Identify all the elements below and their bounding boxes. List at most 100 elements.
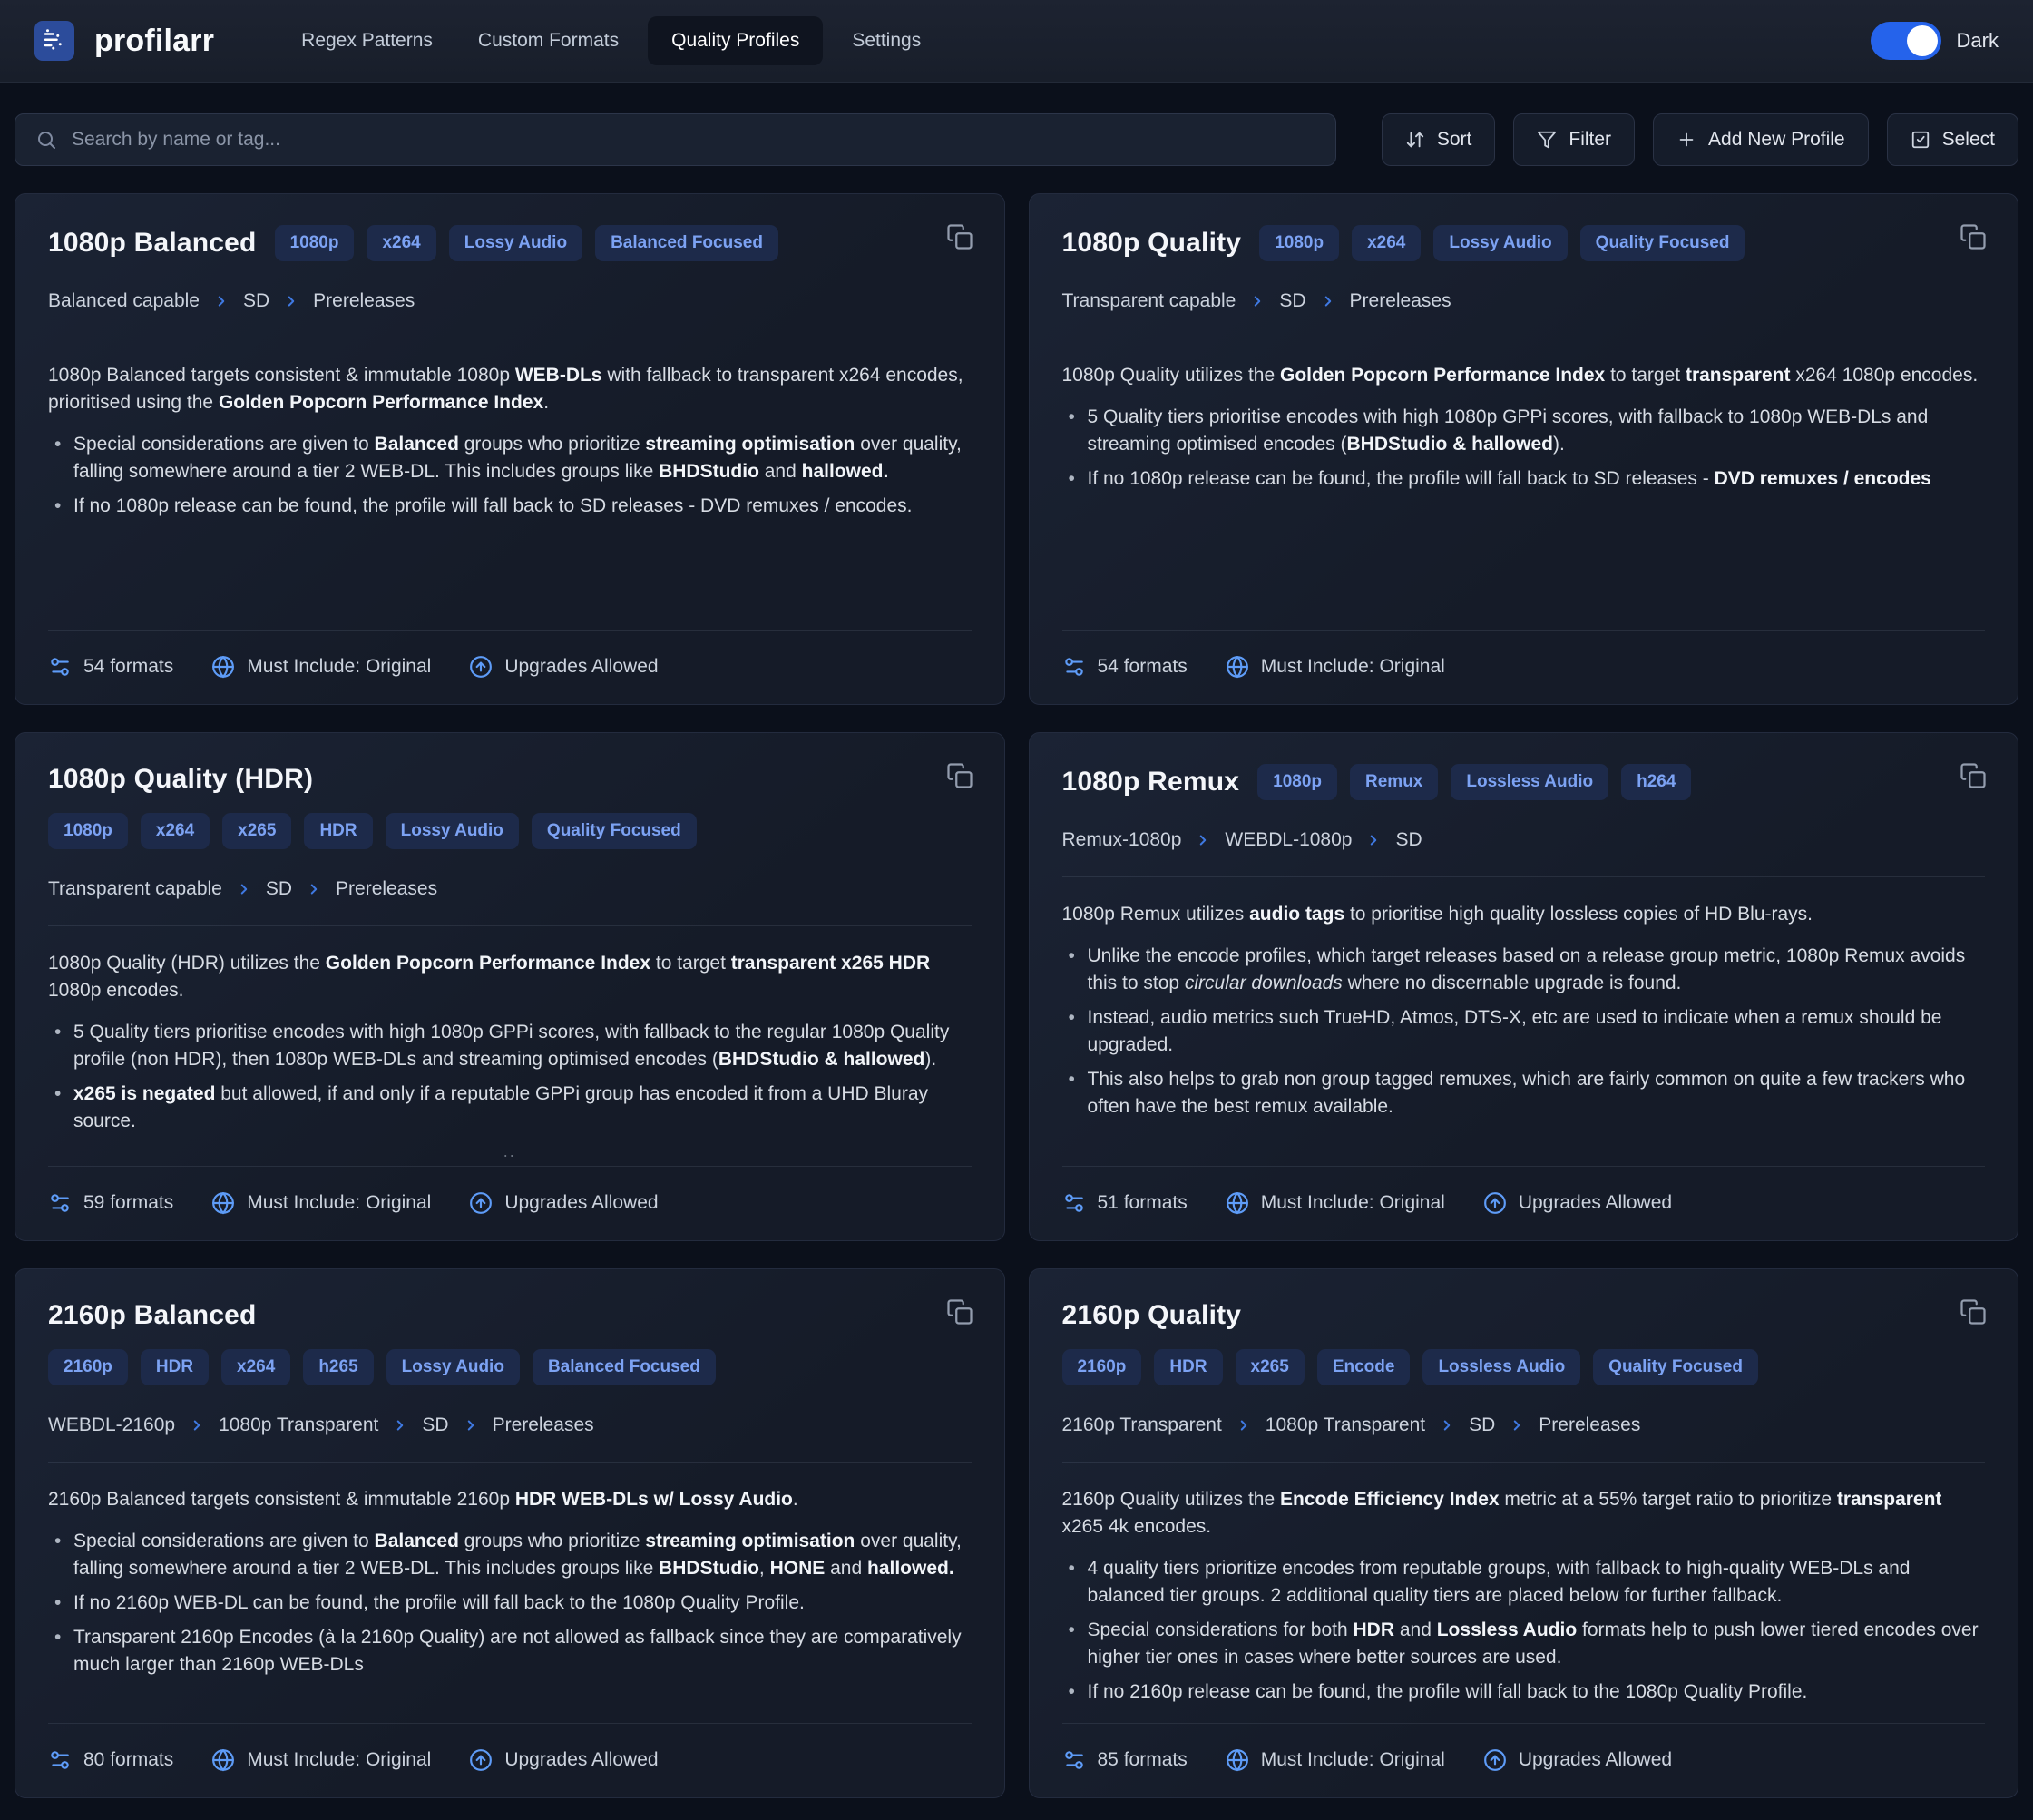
must-include: Must Include: Original	[1226, 1748, 1445, 1772]
profile-body: 2160p Balanced targets consistent & immu…	[48, 1463, 972, 1723]
tag-pill: 2160p	[1062, 1349, 1142, 1385]
tag-pill: HDR	[1154, 1349, 1222, 1385]
formats-count: 54 formats	[48, 655, 173, 679]
chevron-right-icon	[1249, 293, 1266, 309]
upgrades-allowed: Upgrades Allowed	[1483, 1191, 1672, 1215]
profile-title: 1080p Balanced	[48, 228, 257, 259]
formats-count: 85 formats	[1062, 1748, 1188, 1772]
brand-name: profilarr	[94, 24, 214, 59]
bullet-item: Transparent 2160p Encodes (à la 2160p Qu…	[48, 1624, 972, 1678]
chevron-right-icon	[236, 881, 252, 897]
filter-button[interactable]: Filter	[1513, 113, 1635, 166]
profile-card[interactable]: 1080p Balanced 1080px264Lossy AudioBalan…	[15, 193, 1005, 705]
tag-pill: h264	[1621, 764, 1691, 800]
chevron-right-icon	[213, 293, 230, 309]
add-new-profile-button[interactable]: Add New Profile	[1653, 113, 1869, 166]
must-include-label: Must Include: Original	[247, 656, 431, 678]
profile-bullets: Special considerations are given to Bala…	[48, 431, 972, 520]
arrow-up-circle-icon	[1483, 1191, 1507, 1215]
globe-icon	[211, 1191, 235, 1215]
chevron-right-icon	[1195, 832, 1211, 848]
sliders-icon	[48, 1748, 72, 1772]
bullet-item: Unlike the encode profiles, which target…	[1062, 943, 1986, 997]
must-include-label: Must Include: Original	[247, 1192, 431, 1214]
tag-pill: 1080p	[1257, 764, 1337, 800]
copy-icon	[1960, 223, 1987, 250]
chevron-right-icon	[283, 293, 299, 309]
card-header: 2160p Quality 2160pHDRx265EncodeLossless…	[1062, 1300, 1986, 1385]
profile-card[interactable]: 1080p Quality 1080px264Lossy AudioQualit…	[1029, 193, 2019, 705]
upgrades-allowed-label: Upgrades Allowed	[504, 1749, 658, 1771]
formats-count: 51 formats	[1062, 1191, 1188, 1215]
chevron-right-icon	[463, 1417, 479, 1433]
main-nav: Regex Patterns Custom Formats Quality Prof…	[285, 16, 937, 65]
tag-pill: 1080p	[48, 813, 128, 849]
profile-description: 1080p Quality (HDR) utilizes the Golden …	[48, 950, 972, 1004]
globe-icon	[1226, 1748, 1249, 1772]
copy-profile-button[interactable]	[1956, 758, 1990, 796]
sliders-icon	[1062, 655, 1086, 679]
breadcrumb-item: Transparent capable	[1062, 290, 1236, 312]
copy-profile-button[interactable]	[943, 220, 977, 257]
breadcrumb-item: SD	[1469, 1414, 1495, 1436]
profile-title: 1080p Quality	[1062, 228, 1242, 259]
profile-body: 1080p Balanced targets consistent & immu…	[48, 338, 972, 630]
tab-custom-formats[interactable]: Custom Formats	[462, 16, 635, 65]
search-input[interactable]	[72, 129, 1315, 151]
copy-profile-button[interactable]	[1956, 220, 1990, 257]
tag-pill: HDR	[304, 813, 372, 849]
bullet-item: Special considerations are given to Bala…	[48, 431, 972, 485]
arrow-up-circle-icon	[469, 1191, 493, 1215]
copy-profile-button[interactable]	[943, 1295, 977, 1332]
profiles-grid: 1080p Balanced 1080px264Lossy AudioBalan…	[15, 193, 2018, 1798]
copy-profile-button[interactable]	[1956, 1295, 1990, 1332]
breadcrumb-item: SD	[243, 290, 269, 312]
profile-card[interactable]: 1080p Remux 1080p Remux Lossless Audio h264…	[1029, 732, 2019, 1241]
bullet-item: Special considerations for both HDR and …	[1062, 1617, 1986, 1671]
tag-pill: Quality Focused	[532, 813, 697, 849]
breadcrumb: WEBDL-2160p1080p TransparentSDPrerelease…	[48, 1414, 972, 1436]
card-header: 1080p Quality (HDR) 1080px264x265HDRLoss…	[48, 764, 972, 849]
tag-pill: Lossy Audio	[449, 225, 582, 261]
tag-pill: Lossless Audio	[1451, 764, 1608, 800]
breadcrumb-item: Prereleases	[1350, 290, 1451, 312]
tag-list: 1080p Remux Lossless Audio h264	[1257, 764, 1691, 800]
bullet-item: If no 1080p release can be found, the pr…	[1062, 465, 1986, 493]
bullet-item: If no 1080p release can be found, the pr…	[48, 493, 972, 520]
tag-pill: Remux	[1350, 764, 1438, 800]
tag-pill: Lossy Audio	[386, 1349, 520, 1385]
bullet-item: 5 Quality tiers prioritise encodes with …	[48, 1019, 972, 1073]
bullet-item: Special considerations are given to Bala…	[48, 1528, 972, 1582]
profile-description: 1080p Remux utilizes audio tags to prior…	[1062, 901, 1986, 928]
breadcrumb: 2160p Transparent1080p TransparentSDPrer…	[1062, 1414, 1986, 1436]
must-include: Must Include: Original	[211, 1191, 431, 1215]
breadcrumb-item: Prereleases	[1539, 1414, 1640, 1436]
profile-body: 1080p Quality (HDR) utilizes the Golden …	[48, 926, 972, 1166]
chevron-right-icon	[1509, 1417, 1525, 1433]
tag-pill: x265	[1236, 1349, 1305, 1385]
profile-footer: 54 formats Must Include: Original	[1062, 631, 1986, 679]
sliders-icon	[48, 655, 72, 679]
tag-list: 1080px264x265HDRLossy AudioQuality Focus…	[48, 813, 697, 849]
tab-quality-profiles[interactable]: Quality Profiles	[648, 16, 823, 65]
select-button[interactable]: Select	[1887, 113, 2018, 166]
copy-profile-button[interactable]	[943, 758, 977, 796]
tag-pill: Lossy Audio	[1433, 225, 1567, 261]
tag-pill: Quality Focused	[1593, 1349, 1758, 1385]
profile-card[interactable]: 2160p Balanced 2160pHDRx264h265Lossy Aud…	[15, 1268, 1005, 1798]
arrow-up-circle-icon	[469, 655, 493, 679]
globe-icon	[211, 655, 235, 679]
sort-button[interactable]: Sort	[1382, 113, 1496, 166]
breadcrumb-item: SD	[266, 878, 292, 900]
profile-note: ..	[48, 1142, 972, 1161]
tag-list: 1080px264Lossy AudioQuality Focused	[1259, 225, 1745, 261]
tab-settings[interactable]: Settings	[836, 16, 937, 65]
upgrades-allowed: Upgrades Allowed	[469, 1748, 658, 1772]
profile-card[interactable]: 1080p Quality (HDR) 1080px264x265HDRLoss…	[15, 732, 1005, 1241]
chevron-right-icon	[1320, 293, 1336, 309]
theme-toggle-switch[interactable]	[1871, 22, 1941, 60]
profile-card[interactable]: 2160p Quality 2160pHDRx265EncodeLossless…	[1029, 1268, 2019, 1798]
profile-body: 2160p Quality utilizes the Encode Effici…	[1062, 1463, 1986, 1723]
breadcrumb-item: 1080p Transparent	[1266, 1414, 1425, 1436]
tab-regex-patterns[interactable]: Regex Patterns	[285, 16, 449, 65]
